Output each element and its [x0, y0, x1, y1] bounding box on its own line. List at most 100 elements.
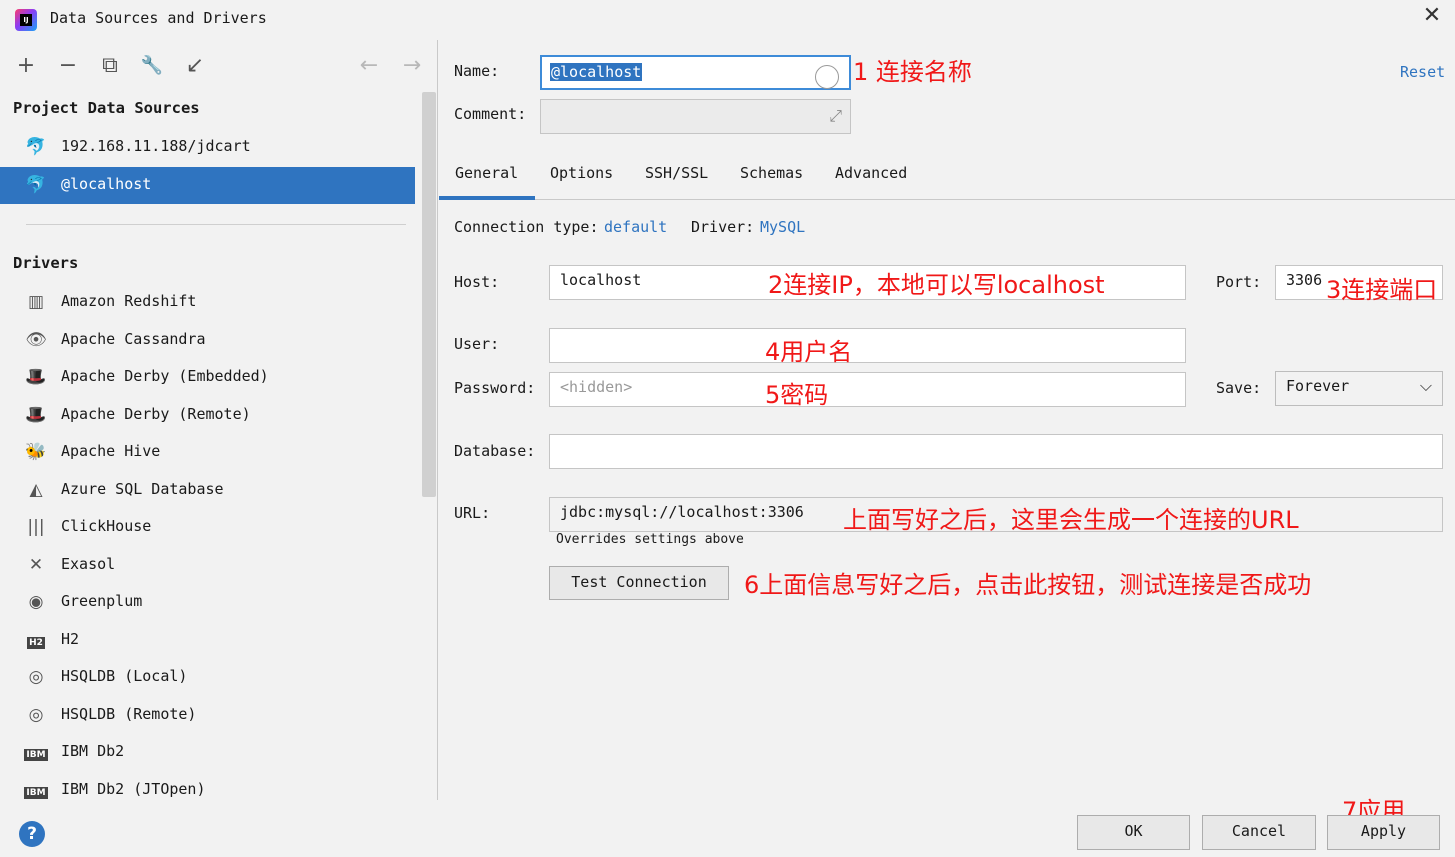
annotation-user: 4用户名 — [765, 338, 853, 366]
driver-item-ibm-db2[interactable]: IBM IBM Db2 — [0, 734, 415, 771]
azure-icon: ◭ — [29, 480, 43, 500]
driver-item-greenplum[interactable]: ◉ Greenplum — [0, 584, 415, 621]
driver-label: IBM Db2 — [61, 742, 125, 760]
driver-label: Apache Cassandra — [61, 330, 206, 348]
cassandra-eye-icon: 👁 — [25, 330, 47, 350]
data-source-label: 192.168.11.188/jdcart — [61, 137, 251, 155]
mysql-dolphin-icon: 🐬 — [25, 137, 47, 157]
apply-button[interactable]: Apply — [1327, 815, 1440, 850]
annotation-host: 2连接IP，本地可以写localhost — [768, 271, 1105, 299]
redshift-icon: ▥ — [27, 292, 45, 312]
host-value: localhost — [560, 271, 642, 289]
chevron-down-icon: ⌵ — [1419, 376, 1432, 395]
driver-label: Greenplum — [61, 592, 143, 610]
test-connection-label: Test Connection — [571, 573, 707, 591]
password-label: Password: — [454, 379, 536, 397]
driver-item-apache-derby-embedded[interactable]: 🎩 Apache Derby (Embedded) — [0, 359, 415, 396]
derby-hat-icon: 🎩 — [25, 367, 47, 387]
help-icon[interactable]: ? — [19, 821, 45, 847]
reset-link[interactable]: Reset — [1400, 63, 1445, 81]
remove-icon[interactable]: − — [56, 54, 80, 78]
save-value: Forever — [1286, 377, 1350, 395]
driver-label: Driver: — [691, 218, 755, 236]
wrench-icon[interactable]: 🔧 — [140, 54, 164, 78]
database-input[interactable] — [549, 434, 1443, 469]
driver-item-apache-hive[interactable]: 🐝 Apache Hive — [0, 434, 415, 471]
ibm-db2-icon: IBM — [24, 749, 48, 761]
divider — [26, 224, 406, 225]
tab-bar-divider — [439, 199, 1455, 200]
name-value: @localhost — [550, 63, 643, 81]
scrollbar-thumb[interactable] — [422, 92, 436, 497]
data-source-item-jdcart[interactable]: 🐬 192.168.11.188/jdcart — [0, 129, 415, 166]
close-icon[interactable]: ✕ — [1420, 4, 1444, 28]
derby-hat-icon: 🎩 — [25, 405, 47, 425]
password-input[interactable]: <hidden> — [549, 372, 1186, 407]
port-label: Port: — [1216, 273, 1262, 291]
intellij-app-icon: IJ — [15, 9, 37, 31]
connection-type-link[interactable]: default — [604, 218, 667, 236]
driver-item-hsqldb-local[interactable]: ◎ HSQLDB (Local) — [0, 659, 415, 696]
add-icon[interactable]: + — [14, 54, 38, 78]
driver-item-azure-sql[interactable]: ◭ Azure SQL Database — [0, 472, 415, 509]
forward-arrow-icon[interactable]: → — [400, 54, 424, 78]
driver-item-apache-derby-remote[interactable]: 🎩 Apache Derby (Remote) — [0, 397, 415, 434]
password-placeholder: <hidden> — [560, 378, 633, 396]
driver-item-clickhouse[interactable]: ||| ClickHouse — [0, 509, 415, 546]
user-label: User: — [454, 335, 500, 353]
database-label: Database: — [454, 442, 536, 460]
user-input[interactable] — [549, 328, 1186, 363]
tab-general[interactable]: General — [455, 164, 518, 182]
driver-link[interactable]: MySQL — [760, 218, 805, 236]
driver-label: Apache Derby (Remote) — [61, 405, 251, 423]
driver-item-exasol[interactable]: ✕ Exasol — [0, 547, 415, 584]
tab-schemas[interactable]: Schemas — [740, 164, 803, 182]
ok-button[interactable]: OK — [1077, 815, 1190, 850]
name-label: Name: — [454, 62, 500, 80]
exasol-x-icon: ✕ — [28, 555, 44, 575]
driver-item-apache-cassandra[interactable]: 👁 Apache Cassandra — [0, 322, 415, 359]
driver-label: IBM Db2 (JTOpen) — [61, 780, 206, 798]
mysql-dolphin-icon: 🐬 — [25, 175, 47, 195]
name-input[interactable]: @localhost — [540, 55, 851, 90]
hsqldb-icon: ◎ — [28, 667, 44, 687]
driver-label: Azure SQL Database — [61, 480, 224, 498]
title-bar: IJ Data Sources and Drivers ✕ — [0, 0, 1455, 40]
duplicate-icon[interactable]: ⧉ — [98, 54, 122, 78]
save-dropdown[interactable]: Forever ⌵ — [1275, 371, 1443, 406]
cancel-button[interactable]: Cancel — [1202, 815, 1316, 850]
comment-input[interactable]: ⤢ — [540, 99, 851, 134]
driver-label: H2 — [61, 630, 80, 648]
back-arrow-icon[interactable]: ← — [357, 54, 381, 78]
driver-label: Amazon Redshift — [61, 292, 197, 310]
annotation-url: 上面写好之后，这里会生成一个连接的URL — [843, 506, 1299, 534]
expand-icon[interactable]: ⤢ — [829, 106, 842, 126]
driver-item-ibm-db2-jtopen[interactable]: IBM IBM Db2 (JTOpen) — [0, 772, 415, 800]
tab-options[interactable]: Options — [550, 164, 613, 182]
host-label: Host: — [454, 273, 500, 291]
test-connection-button[interactable]: Test Connection — [549, 566, 729, 600]
port-value: 3306 — [1286, 271, 1323, 289]
url-value: jdbc:mysql://localhost:3306 — [560, 503, 804, 521]
hive-bee-icon: 🐝 — [25, 442, 47, 462]
tab-ssh-ssl[interactable]: SSH/SSL — [645, 164, 708, 182]
driver-item-h2[interactable]: H2 H2 — [0, 622, 415, 659]
driver-item-hsqldb-remote[interactable]: ◎ HSQLDB (Remote) — [0, 697, 415, 734]
url-label: URL: — [454, 504, 491, 522]
active-tab-indicator — [439, 196, 535, 200]
color-circle-icon[interactable] — [815, 65, 839, 89]
tab-advanced[interactable]: Advanced — [835, 164, 907, 182]
annotation-password: 5密码 — [765, 381, 829, 409]
driver-label: HSQLDB (Remote) — [61, 705, 197, 723]
annotation-port: 3连接端口 — [1326, 276, 1438, 304]
data-source-item-localhost[interactable]: 🐬 @localhost — [0, 167, 415, 204]
import-icon[interactable]: ↙ — [183, 54, 207, 78]
clickhouse-bars-icon: ||| — [27, 517, 45, 537]
hsqldb-icon: ◎ — [28, 705, 44, 725]
save-label: Save: — [1216, 379, 1262, 397]
annotation-connection-name: 1 连接名称 — [853, 58, 972, 86]
comment-label: Comment: — [454, 105, 527, 123]
connection-type-label: Connection type: — [454, 218, 599, 236]
driver-item-amazon-redshift[interactable]: ▥ Amazon Redshift — [0, 284, 415, 321]
data-sources-panel: + − ⧉ 🔧 ↙ ← → Project Data Sources 🐬 192… — [0, 40, 438, 800]
